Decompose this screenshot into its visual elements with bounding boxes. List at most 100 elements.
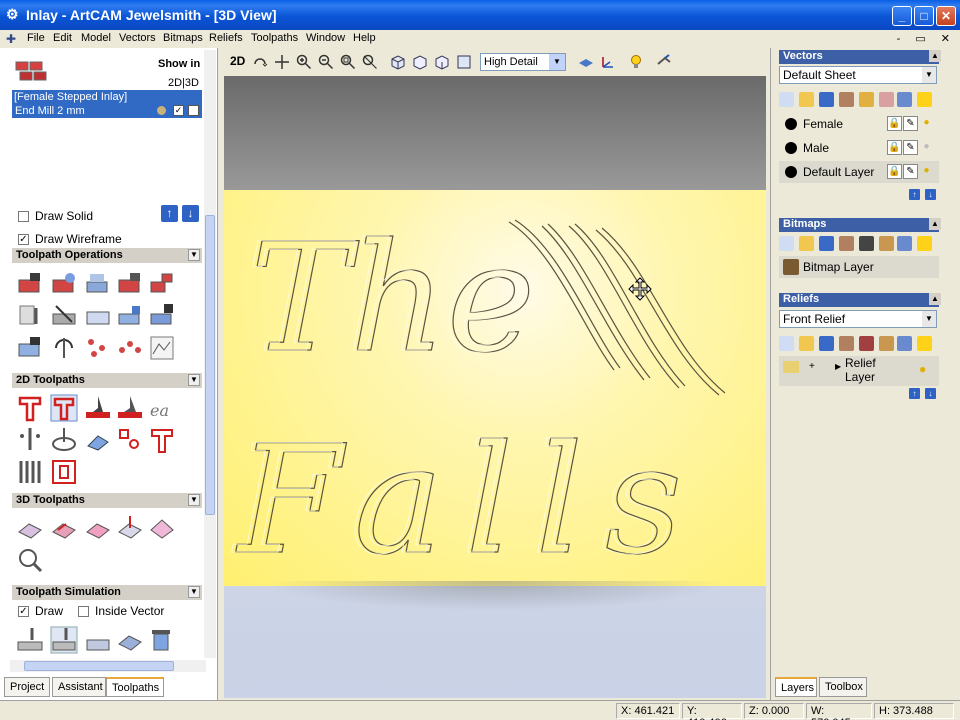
- iso-view-icon[interactable]: [390, 54, 406, 70]
- move-relief-down-button[interactable]: ↓: [925, 388, 936, 399]
- bevel-carving-icon[interactable]: [116, 394, 144, 422]
- merge-layer-icon[interactable]: [839, 92, 854, 107]
- zoom-extents-icon[interactable]: [362, 54, 378, 70]
- relief-select[interactable]: Front Relief ▼: [779, 310, 937, 328]
- dropdown-arrow-icon[interactable]: ▼: [922, 311, 936, 327]
- open-layer-icon[interactable]: [799, 92, 814, 107]
- tab-project[interactable]: Project: [4, 677, 50, 697]
- menu-bitmaps[interactable]: Bitmaps: [163, 32, 203, 44]
- 2d-view-button[interactable]: 2D: [230, 54, 245, 68]
- z-level-roughing-icon[interactable]: [50, 514, 78, 542]
- sim-draw-checkbox[interactable]: ✓: [18, 606, 29, 618]
- zoom-out-icon[interactable]: [318, 54, 334, 70]
- rotary-axis-icon[interactable]: [50, 334, 78, 362]
- material-setup-icon[interactable]: [116, 302, 144, 330]
- visibility-bulb-icon[interactable]: ●: [919, 140, 934, 155]
- relief-color-icon[interactable]: [879, 336, 894, 351]
- collapse-icon[interactable]: ▼: [188, 586, 200, 598]
- menu-edit[interactable]: Edit: [53, 32, 72, 44]
- draw-wireframe-option[interactable]: ✓ Draw Wireframe: [18, 232, 122, 246]
- show-in-toggle[interactable]: 2D|3D: [168, 77, 199, 89]
- v-bit-carving-icon[interactable]: [84, 394, 112, 422]
- lock-icon[interactable]: 🔒: [887, 140, 902, 155]
- tab-layers[interactable]: Layers: [775, 677, 817, 697]
- scroll-thumb[interactable]: [205, 215, 215, 515]
- layer-color-icon[interactable]: [879, 92, 894, 107]
- delete-relief-icon[interactable]: [897, 336, 912, 351]
- pin-icon[interactable]: ▲: [929, 293, 941, 305]
- delete-layer-icon[interactable]: [897, 92, 912, 107]
- lighting-icon[interactable]: [628, 54, 644, 70]
- texture-toolpath-icon[interactable]: [50, 458, 78, 486]
- drilling-icon[interactable]: [16, 426, 44, 454]
- move-up-button[interactable]: ↑: [161, 205, 178, 222]
- save-relief-icon[interactable]: [819, 336, 834, 351]
- copy-layer-icon[interactable]: [859, 92, 874, 107]
- show-2d-checkbox[interactable]: ✓: [173, 105, 184, 116]
- profile-toolpath-icon[interactable]: [16, 394, 44, 422]
- axes-icon[interactable]: [600, 54, 616, 70]
- collapse-icon[interactable]: ▼: [188, 374, 200, 386]
- front-view-icon[interactable]: [412, 54, 428, 70]
- render-options-icon[interactable]: [656, 54, 672, 70]
- bitmap-layer-row[interactable]: Bitmap Layer: [779, 256, 939, 278]
- toolpath-points-icon[interactable]: [84, 334, 112, 362]
- move-layer-down-button[interactable]: ↓: [925, 189, 936, 200]
- lock-icon[interactable]: 🔒: [887, 116, 902, 131]
- open-relief-icon[interactable]: [799, 336, 814, 351]
- dropdown-arrow-icon[interactable]: ▼: [549, 54, 565, 70]
- toolpath-template-icon[interactable]: [50, 302, 78, 330]
- open-bitmap-icon[interactable]: [799, 236, 814, 251]
- side-view-icon[interactable]: [434, 54, 450, 70]
- smart-engrave-icon[interactable]: [148, 426, 176, 454]
- relief-layer-row[interactable]: + ▶ Relief Layer ●: [779, 356, 939, 386]
- menu-toolpaths[interactable]: Toolpaths: [251, 32, 298, 44]
- edit-toolpath-icon[interactable]: [84, 270, 112, 298]
- move-down-button[interactable]: ↓: [182, 205, 199, 222]
- machine-relief-icon[interactable]: [16, 514, 44, 542]
- menu-file[interactable]: File: [27, 32, 45, 44]
- document-icon[interactable]: ✚: [6, 32, 16, 46]
- rest-machining-icon[interactable]: [84, 514, 112, 542]
- draw-solid-checkbox[interactable]: [18, 211, 29, 223]
- selected-toolpath[interactable]: [Female Stepped Inlay] End Mill 2 mm ✓: [12, 90, 202, 118]
- zoom-window-icon[interactable]: [340, 54, 356, 70]
- draw-wireframe-checkbox[interactable]: ✓: [18, 234, 29, 246]
- left-panel-horizontal-scrollbar[interactable]: [10, 660, 206, 672]
- simulation-relief-icon[interactable]: [116, 626, 144, 654]
- 3d-viewport[interactable]: The The Falls Falls: [224, 76, 766, 698]
- pin-icon[interactable]: ▲: [929, 50, 941, 62]
- scroll-thumb[interactable]: [24, 661, 174, 671]
- engraving-icon[interactable]: ea: [148, 394, 176, 422]
- layer-color-swatch[interactable]: [785, 118, 797, 130]
- collapse-icon[interactable]: ▼: [188, 494, 200, 506]
- bitmap-color-icon[interactable]: [879, 236, 894, 251]
- top-view-icon[interactable]: [456, 54, 472, 70]
- pin-icon[interactable]: ▲: [929, 218, 941, 230]
- tab-toolbox[interactable]: Toolbox: [819, 677, 867, 697]
- toolpath-preview-icon[interactable]: [148, 334, 176, 362]
- machine-vectors-icon[interactable]: [50, 426, 78, 454]
- draw-plane-icon[interactable]: [578, 54, 594, 70]
- area-clearance-icon[interactable]: [50, 394, 78, 422]
- vector-layer-female[interactable]: Female 🔒 ✎ ●: [779, 113, 939, 135]
- relief-combine-mode-icon[interactable]: +: [809, 361, 815, 372]
- mdi-window-controls[interactable]: - ▭ ✕: [897, 32, 956, 45]
- left-panel-vertical-scrollbar[interactable]: [204, 50, 216, 658]
- save-toolpath-icon[interactable]: [148, 302, 176, 330]
- 3d-machining-icon[interactable]: [148, 514, 176, 542]
- expand-arrow-icon[interactable]: ▶: [835, 362, 841, 371]
- toolpaths-2d-header[interactable]: 2D Toolpaths ▼: [12, 373, 202, 388]
- simulate-batch-icon[interactable]: [50, 626, 78, 654]
- menu-model[interactable]: Model: [81, 32, 111, 44]
- zoom-in-icon[interactable]: [296, 54, 312, 70]
- inlay-wizard-icon[interactable]: [84, 426, 112, 454]
- vector-sheet-select[interactable]: Default Sheet ▼: [779, 66, 937, 84]
- layer-color-swatch[interactable]: [785, 166, 797, 178]
- layer-color-swatch[interactable]: [785, 142, 797, 154]
- calculate-batch-icon[interactable]: [50, 270, 78, 298]
- maximize-button[interactable]: □: [914, 6, 934, 26]
- new-bitmap-layer-icon[interactable]: [779, 236, 794, 251]
- menu-help[interactable]: Help: [353, 32, 376, 44]
- toolpaths-3d-header[interactable]: 3D Toolpaths ▼: [12, 493, 202, 508]
